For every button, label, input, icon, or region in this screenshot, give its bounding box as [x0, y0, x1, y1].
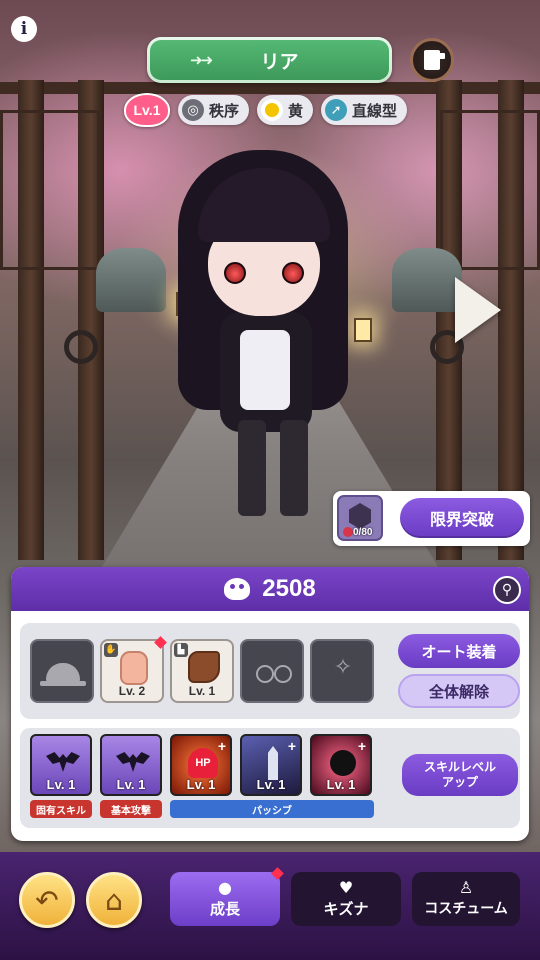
hand-category-icon: ✋: [104, 643, 118, 657]
bottom-navigation: ↶ ⌂ ● 成長 ♥ キズナ ♙ コスチューム: [0, 852, 540, 960]
tag-order: ◎ 秩序: [178, 95, 250, 125]
equip-slot-accessory[interactable]: [240, 639, 304, 703]
skill-level: Lv. 1: [326, 777, 356, 792]
sword-icon: [268, 746, 278, 780]
glove-icon: [120, 651, 148, 685]
skill-level-up-line1: スキルレベル: [423, 760, 496, 774]
skill-level: Lv. 1: [186, 777, 216, 792]
equip-slot-head[interactable]: [30, 639, 94, 703]
skill-label-basic: 基本攻撃: [100, 800, 162, 818]
skill-level: Lv. 1: [46, 777, 76, 792]
tab-costume[interactable]: ♙ コスチューム: [412, 872, 520, 926]
boot-category-icon: ▙: [174, 643, 188, 657]
tab-label: コスチューム: [424, 901, 508, 917]
equip-slot-feet[interactable]: ▙ Lv. 1: [170, 639, 234, 703]
skull-icon: [330, 750, 356, 776]
gate-lattice: [0, 110, 100, 270]
skill-passive-hp[interactable]: HP + Lv. 1: [170, 734, 232, 796]
skill-basic[interactable]: Lv. 1: [100, 734, 162, 796]
equipment-row: ✋ Lv. 2 ▙ Lv. 1 ✧ オート装着 全体解除: [20, 623, 520, 719]
tag-type: ➚ 直線型: [321, 95, 408, 125]
tag-color: 黄: [257, 95, 314, 125]
character-name-plate[interactable]: ➜➜ リア: [147, 37, 392, 83]
limit-shard: 0/80: [337, 495, 383, 541]
equip-level: Lv. 2: [118, 684, 146, 698]
equip-slot-hands[interactable]: ✋ Lv. 2: [100, 636, 167, 703]
equip-slot-special[interactable]: ✧: [310, 639, 374, 703]
magnifier-icon[interactable]: ⚲: [493, 576, 521, 604]
level-badge: Lv.1: [124, 93, 170, 127]
lantern: [354, 318, 372, 342]
power-icon: [224, 578, 251, 600]
notification-dot: [154, 636, 167, 649]
door-ring: [64, 330, 98, 364]
boot-icon: [188, 651, 220, 683]
growth-icon: ●: [218, 877, 232, 897]
skill-label-unique: 固有スキル: [30, 800, 92, 818]
linear-type-icon: ➚: [325, 99, 348, 121]
back-arrow-icon[interactable]: ↶: [19, 872, 75, 928]
hat-icon: [40, 663, 86, 686]
character-leg: [238, 420, 266, 516]
order-icon: ◎: [182, 99, 204, 121]
growth-panel: 2508 ⚲ ✋ Lv. 2 ▙ Lv. 1 ✧ オート装着 全体解除 Lv. …: [11, 567, 529, 841]
tag-label: 秩序: [209, 101, 240, 120]
tab-growth[interactable]: ● 成長: [170, 867, 284, 926]
home-icon[interactable]: ⌂: [86, 872, 142, 928]
notification-dot: [271, 867, 284, 880]
skill-level-up-button[interactable]: スキルレベル アップ: [402, 754, 518, 796]
skill-level-up-line2: アップ: [441, 775, 478, 789]
equip-level: Lv. 1: [188, 684, 216, 698]
skill-label-passive: パッシブ: [170, 800, 374, 818]
guardian-statue: [96, 248, 166, 312]
character-leg: [280, 420, 308, 516]
bat-icon: [46, 752, 80, 772]
tab-kizuna[interactable]: ♥ キズナ: [291, 872, 401, 926]
hp-heart-icon: HP: [188, 748, 218, 778]
power-header: 2508: [11, 567, 529, 611]
gate-lattice: [440, 110, 540, 270]
document-icon[interactable]: [410, 38, 454, 82]
limit-break-button[interactable]: 限界突破: [400, 498, 524, 538]
bat-icon: [116, 752, 150, 772]
yellow-dot-icon: [261, 99, 284, 121]
tag-label: 直線型: [352, 101, 398, 120]
skill-level: Lv. 1: [256, 777, 286, 792]
skill-passive-sword[interactable]: + Lv. 1: [240, 734, 302, 796]
plus-icon: +: [357, 738, 366, 754]
shard-count: 0/80: [353, 527, 373, 538]
accessory-icon: ✧: [333, 655, 353, 680]
swap-arrows-icon[interactable]: ➜➜: [190, 51, 230, 69]
limit-break-box: 0/80 限界突破: [333, 491, 530, 546]
plus-icon: +: [287, 738, 296, 754]
tag-label: 黄: [288, 101, 304, 120]
release-all-button[interactable]: 全体解除: [398, 674, 520, 708]
info-icon[interactable]: i: [11, 16, 37, 42]
glasses-icon: [256, 665, 292, 683]
skill-unique[interactable]: Lv. 1: [30, 734, 92, 796]
tab-label: キズナ: [323, 899, 369, 918]
shard-gem-icon: [349, 503, 371, 529]
character-name: リア: [260, 50, 299, 73]
power-value: 2508: [262, 575, 316, 602]
hearts-icon: ♥: [338, 877, 354, 897]
skill-level: Lv. 1: [116, 777, 146, 792]
auto-equip-button[interactable]: オート装着: [398, 634, 520, 668]
skill-row: Lv. 1 Lv. 1 HP + Lv. 1 + Lv. 1 + Lv. 1 固…: [20, 728, 520, 828]
character-eye: [224, 262, 246, 284]
character-tags: Lv.1 ◎ 秩序 黄 ➚ 直線型: [124, 93, 408, 127]
character-eye: [282, 262, 304, 284]
shard-dot-icon: [343, 527, 353, 537]
skill-passive-skull[interactable]: + Lv. 1: [310, 734, 372, 796]
next-arrow-icon[interactable]: [441, 277, 505, 343]
dress-icon: ♙: [458, 878, 474, 897]
plus-icon: +: [217, 738, 226, 754]
tab-label: 成長: [209, 899, 240, 918]
character-apron: [240, 330, 290, 410]
